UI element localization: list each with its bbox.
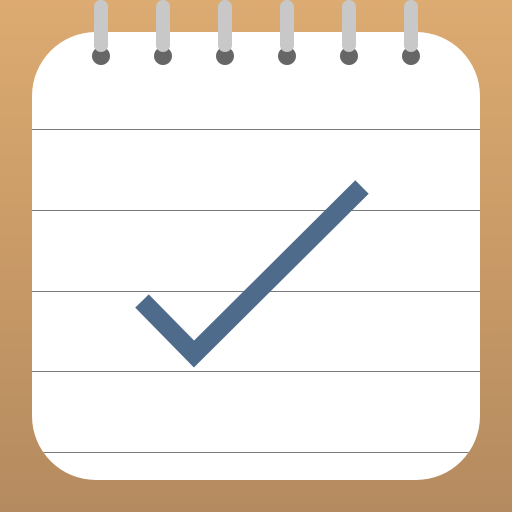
app-icon[interactable] (0, 0, 512, 512)
checkmark-icon (135, 180, 369, 368)
checkmark-stroke (135, 180, 369, 368)
